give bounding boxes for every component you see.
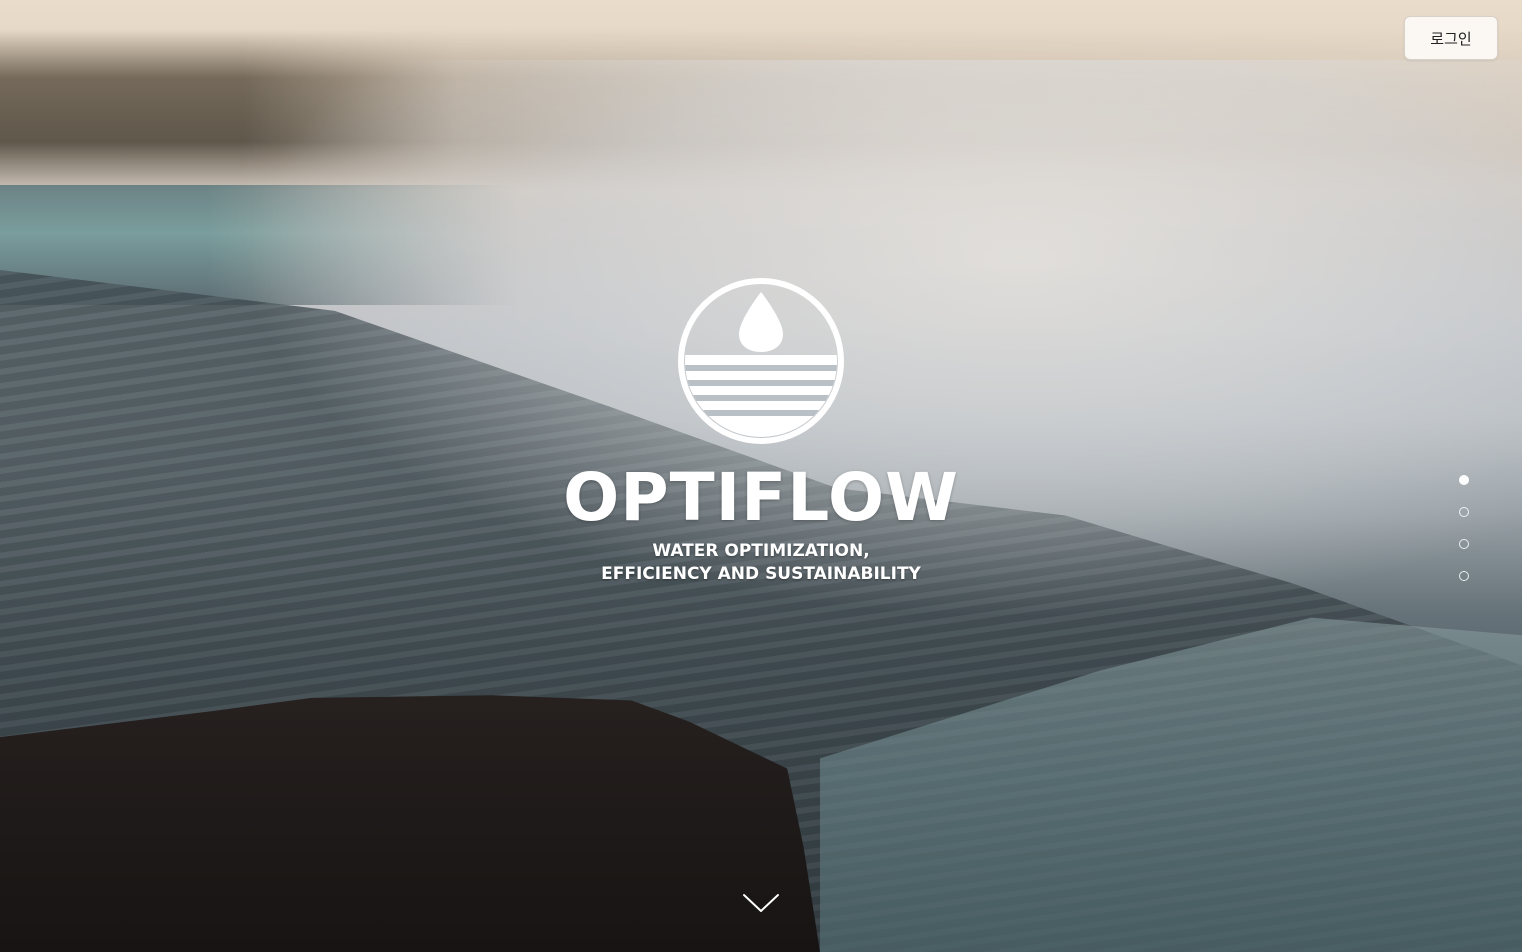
water-drop-horizon-logo-icon [678,278,844,444]
pagination-dot-1[interactable] [1459,475,1469,485]
brand-title: OPTIFLOW [563,459,959,536]
tagline-line-1: WATER OPTIMIZATION, [652,541,870,561]
pagination-dot-4[interactable] [1459,571,1469,581]
chevron-down-icon[interactable] [742,890,780,916]
login-button[interactable]: 로그인 [1404,16,1498,60]
tagline-line-2: EFFICIENCY AND SUSTAINABILITY [601,564,921,584]
pagination-dot-3[interactable] [1459,539,1469,549]
hero-section: OPTIFLOW WATER OPTIMIZATION, EFFICIENCY … [0,276,1522,586]
pagination-dot-2[interactable] [1459,507,1469,517]
section-pagination [1459,475,1473,581]
brand-tagline: WATER OPTIMIZATION, EFFICIENCY AND SUSTA… [601,540,921,586]
